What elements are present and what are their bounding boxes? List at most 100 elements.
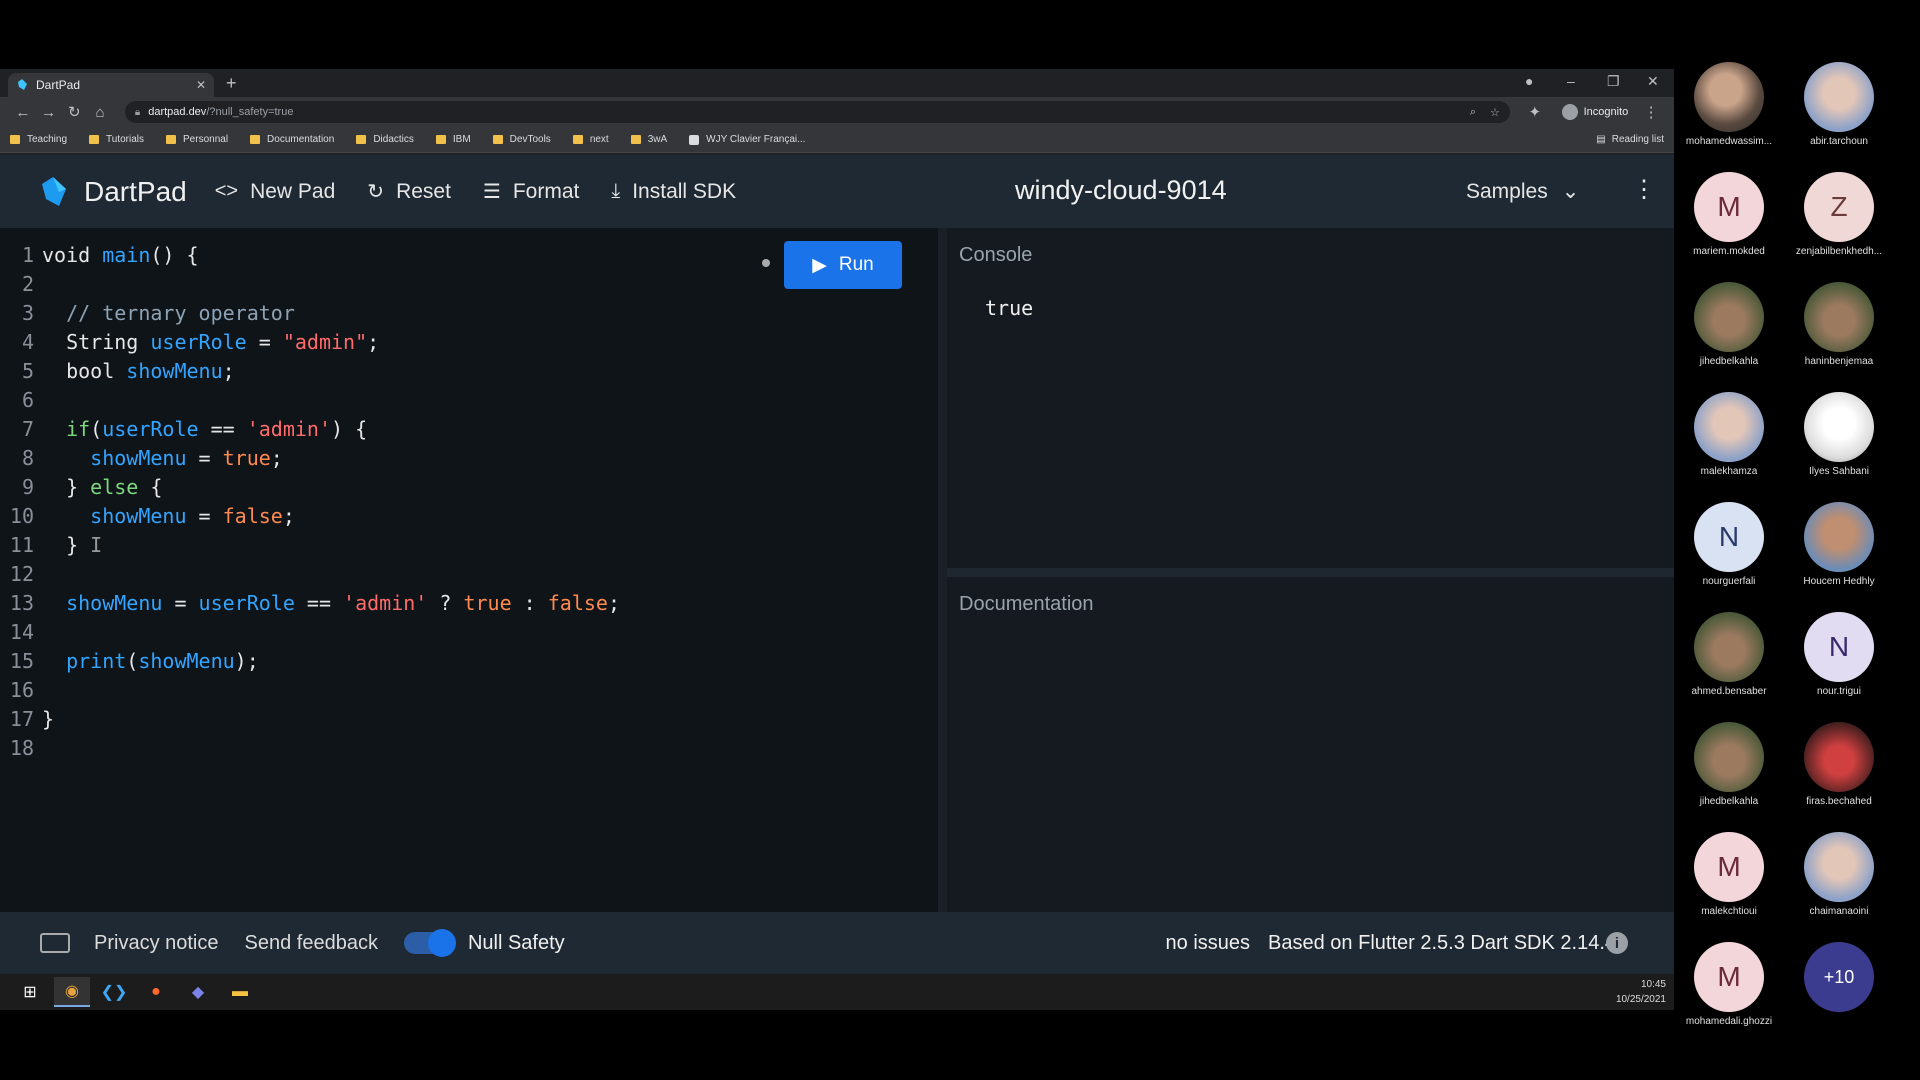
firefox-icon[interactable]: ● bbox=[138, 977, 174, 1007]
chrome-icon[interactable]: ◉ bbox=[54, 977, 90, 1007]
bookmark-item[interactable]: IBM bbox=[435, 134, 471, 145]
new-pad-button[interactable]: <> New Pad bbox=[215, 180, 336, 204]
privacy-notice-link[interactable]: Privacy notice bbox=[94, 932, 219, 955]
bookmark-item[interactable]: Didactics bbox=[356, 134, 414, 145]
reset-button[interactable]: ↻ Reset bbox=[367, 179, 451, 204]
participant-tile[interactable]: Ilyes Sahbani bbox=[1784, 392, 1894, 502]
new-tab-icon[interactable]: + bbox=[226, 73, 237, 94]
participant-tile[interactable]: chaimanaoini bbox=[1784, 832, 1894, 942]
align-left-icon: ☰ bbox=[482, 181, 501, 203]
issues-status[interactable]: no issues bbox=[1166, 932, 1251, 955]
avatar bbox=[1804, 832, 1874, 902]
documentation-title: Documentation bbox=[959, 593, 1094, 615]
bookmark-item[interactable]: next bbox=[572, 134, 609, 145]
code-line: 13 showMenu = userRole == 'admin' ? true… bbox=[9, 591, 621, 615]
vertical-splitter[interactable] bbox=[938, 228, 947, 912]
participant-tile[interactable]: malekhamza bbox=[1674, 392, 1784, 502]
address-bar[interactable]: 🔒︎ dartpad.dev /?null_safety=true ⌕ ☆ bbox=[124, 101, 1510, 123]
folder-icon bbox=[250, 135, 261, 144]
bookmark-item[interactable]: WJY Clavier Françai... bbox=[689, 134, 805, 145]
browser-tabstrip: DartPad ✕ + ● – ❐ ✕ bbox=[0, 69, 1674, 97]
participant-tile[interactable]: abir.tarchoun bbox=[1784, 62, 1894, 172]
bookmark-item[interactable]: 3wA bbox=[630, 134, 667, 145]
more-participants-tile[interactable]: +10 bbox=[1784, 942, 1894, 1052]
incognito-indicator[interactable]: Incognito bbox=[1561, 104, 1629, 120]
download-icon: ⤓ bbox=[611, 180, 621, 202]
avatar bbox=[1804, 62, 1874, 132]
minimize-icon[interactable]: – bbox=[1567, 73, 1575, 89]
participant-tile[interactable]: ahmed.bensaber bbox=[1674, 612, 1784, 722]
install-sdk-button[interactable]: ⤓ Install SDK bbox=[611, 180, 736, 204]
avatar bbox=[1694, 612, 1764, 682]
format-button[interactable]: ☰ Format bbox=[483, 179, 579, 204]
bookmark-item[interactable]: Documentation bbox=[250, 134, 334, 145]
null-safety-toggle[interactable] bbox=[403, 929, 456, 957]
forward-icon[interactable]: → bbox=[36, 104, 62, 121]
reading-list-icon: ▤ bbox=[1596, 134, 1606, 145]
participant-tile[interactable]: N nour.trigui bbox=[1784, 612, 1894, 722]
participant-tile[interactable]: Z zenjabilbenkhedh... bbox=[1784, 172, 1894, 282]
folder-icon bbox=[630, 135, 641, 144]
incognito-label: Incognito bbox=[1583, 106, 1629, 118]
file-explorer-icon[interactable]: ▬ bbox=[222, 977, 258, 1007]
participants-panel: mohamedwassim... abir.tarchoun M mariem.… bbox=[1674, 0, 1920, 1080]
reload-icon[interactable]: ↻ bbox=[61, 103, 87, 121]
back-icon[interactable]: ← bbox=[10, 104, 36, 121]
info-icon[interactable]: i bbox=[1606, 932, 1628, 954]
samples-dropdown[interactable]: Samples ⌄ bbox=[1466, 179, 1579, 204]
dart-favicon-icon bbox=[18, 79, 27, 90]
send-feedback-link[interactable]: Send feedback bbox=[245, 932, 378, 955]
code-line: 15 print(showMenu); bbox=[9, 649, 259, 673]
bookmark-item[interactable]: Personnal bbox=[166, 134, 228, 145]
folder-icon bbox=[492, 135, 503, 144]
participant-tile[interactable]: M mariem.mokded bbox=[1674, 172, 1784, 282]
keyboard-icon[interactable] bbox=[40, 933, 70, 953]
participant-tile[interactable]: jihedbelkahla bbox=[1674, 722, 1784, 832]
participant-tile[interactable]: N nourguerfali bbox=[1674, 502, 1784, 612]
unsaved-dot bbox=[762, 259, 770, 267]
participant-tile[interactable]: firas.bechahed bbox=[1784, 722, 1894, 832]
reading-list-button[interactable]: ▤ Reading list bbox=[1596, 134, 1664, 145]
incognito-icon bbox=[1561, 104, 1578, 120]
avatar: Z bbox=[1804, 172, 1874, 242]
browser-tab[interactable]: DartPad ✕ bbox=[8, 73, 214, 97]
close-window-icon[interactable]: ✕ bbox=[1647, 73, 1659, 90]
bookmark-star-icon[interactable]: ☆ bbox=[1490, 106, 1500, 119]
code-line: 14 bbox=[9, 620, 34, 644]
windows-taskbar: ⊞ ◉ ❮❯ ● ◆ ▬ 10:45 10/25/2021 bbox=[0, 974, 1674, 1010]
restore-icon[interactable]: ❐ bbox=[1607, 73, 1620, 90]
folder-icon bbox=[10, 135, 20, 144]
vscode-icon[interactable]: ❮❯ bbox=[96, 977, 132, 1007]
bookmark-item[interactable]: Tutorials bbox=[89, 134, 144, 145]
participant-tile[interactable]: jihedbelkahla bbox=[1674, 282, 1784, 392]
avatar: N bbox=[1804, 612, 1874, 682]
avatar bbox=[1694, 392, 1764, 462]
participant-tile[interactable]: Houcem Hedhly bbox=[1784, 502, 1894, 612]
shared-screen: DartPad ✕ + ● – ❐ ✕ ← → ↻ ⌂ 🔒︎ dartpad.d… bbox=[0, 69, 1674, 1010]
home-icon[interactable]: ⌂ bbox=[87, 104, 113, 121]
browser-menu-icon[interactable]: ⋮ bbox=[1638, 103, 1664, 121]
bookmark-item[interactable]: Teaching bbox=[10, 134, 67, 145]
avatar: N bbox=[1694, 502, 1764, 572]
windows-start-icon[interactable]: ⊞ bbox=[12, 977, 48, 1007]
bookmark-item[interactable]: DevTools bbox=[492, 134, 551, 145]
avatar: M bbox=[1694, 942, 1764, 1012]
page-icon bbox=[689, 134, 700, 145]
console-output: true bbox=[985, 296, 1034, 320]
horizontal-splitter[interactable] bbox=[947, 568, 1674, 577]
url-path: /?null_safety=true bbox=[206, 106, 294, 118]
extensions-icon[interactable]: ✦ bbox=[1522, 103, 1548, 121]
more-menu-icon[interactable]: ⋮ bbox=[1632, 175, 1656, 204]
participant-tile[interactable]: M malekchtioui bbox=[1674, 832, 1784, 942]
zoom-icon[interactable]: ⌕ bbox=[1470, 106, 1476, 119]
teams-icon[interactable]: ◆ bbox=[180, 977, 216, 1007]
taskbar-clock[interactable]: 10:45 10/25/2021 bbox=[1616, 977, 1666, 1007]
participant-tile[interactable]: haninbenjemaa bbox=[1784, 282, 1894, 392]
run-button[interactable]: ▶ Run bbox=[784, 241, 902, 289]
profile-circle-icon[interactable]: ● bbox=[1525, 73, 1533, 89]
code-editor[interactable]: 1 void main() { 2 3 // ternary operator 4… bbox=[0, 228, 938, 912]
code-line: 16 bbox=[9, 678, 34, 702]
participant-tile[interactable]: mohamedwassim... bbox=[1674, 62, 1784, 172]
participant-tile[interactable]: M mohamedali.ghozzi bbox=[1674, 942, 1784, 1052]
tab-close-icon[interactable]: ✕ bbox=[196, 78, 206, 92]
